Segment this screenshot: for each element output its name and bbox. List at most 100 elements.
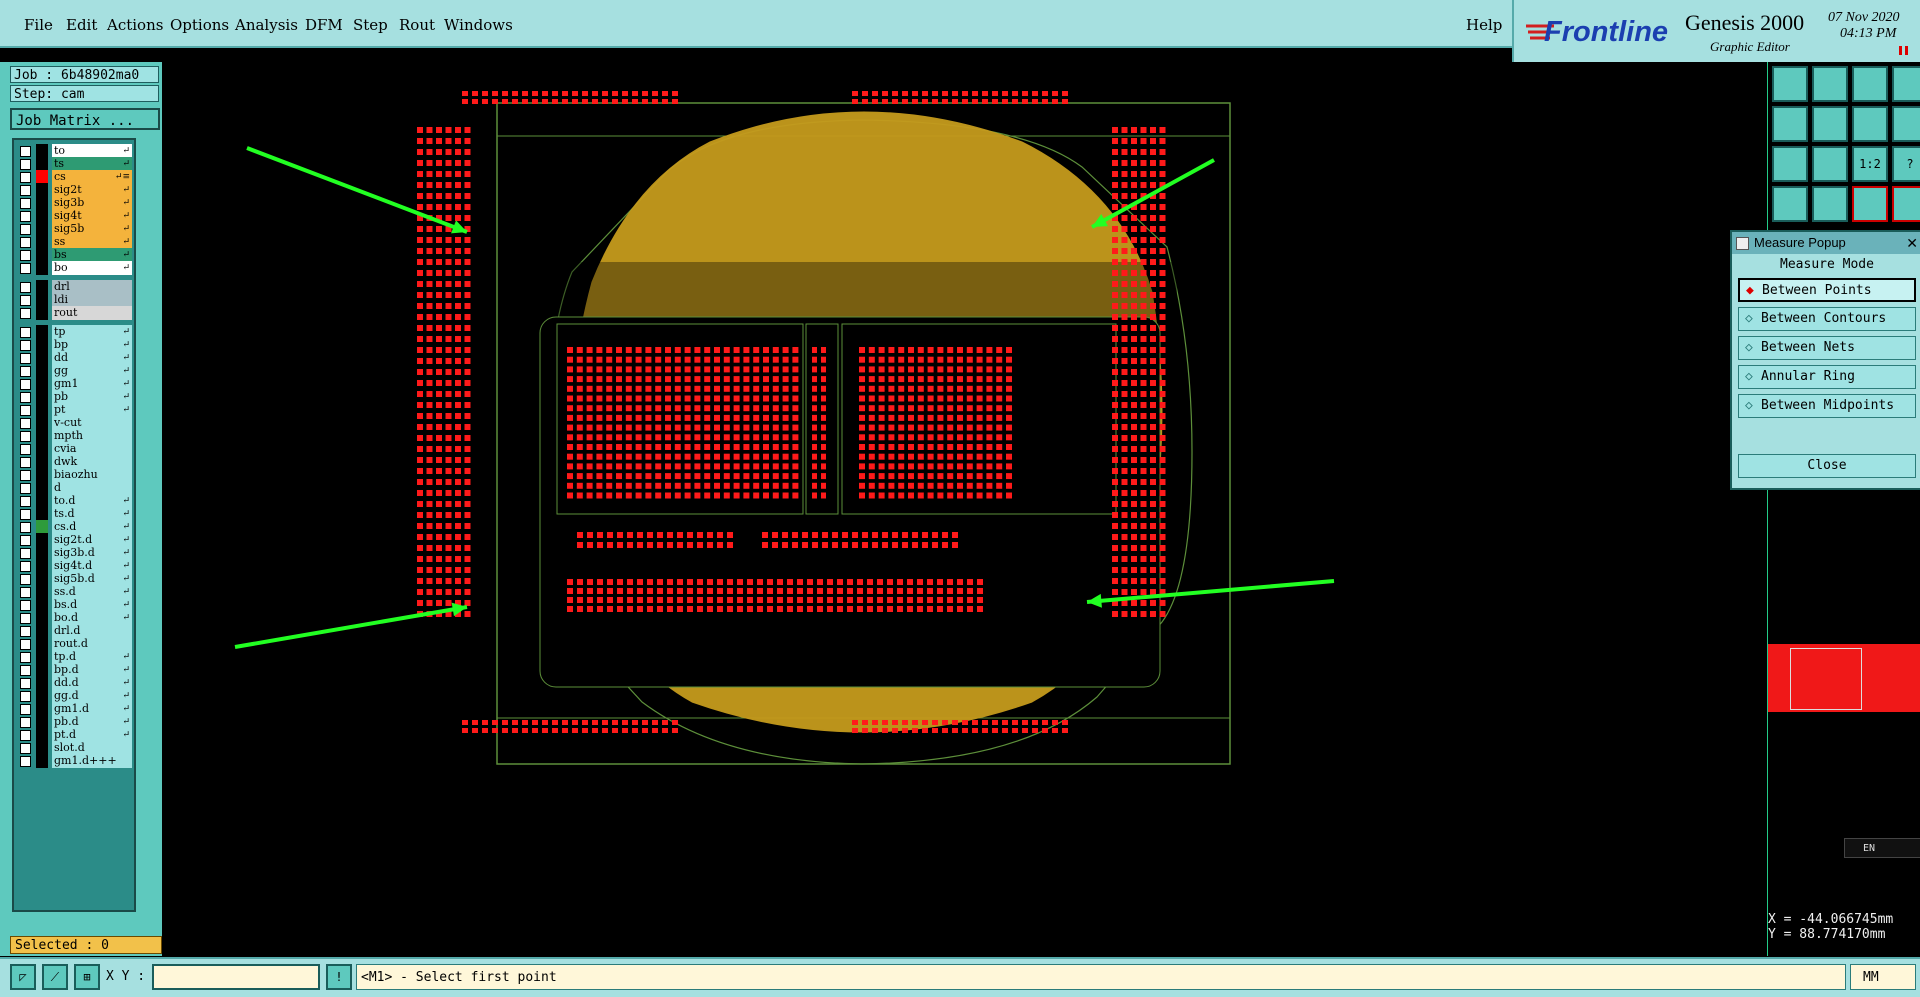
mode-between-midpoints[interactable]: ◇ Between Midpoints [1738,394,1916,418]
menu-help[interactable]: Help [1466,16,1502,34]
layer-row[interactable]: dwk [16,455,132,469]
layer-row[interactable]: to.d ↵ [16,494,132,508]
measure-icon[interactable] [1772,186,1808,222]
layer-checkbox[interactable] [20,159,31,170]
layer-name[interactable]: cs.d ↵ [52,520,132,534]
layer-checkbox[interactable] [20,211,31,222]
layer-checkbox[interactable] [20,652,31,663]
layer-row[interactable]: pt ↵ [16,403,132,417]
home-icon[interactable] [1772,66,1808,102]
menu-actions[interactable]: Actions [107,16,163,34]
layer-checkbox[interactable] [20,224,31,235]
help-icon[interactable]: ? [1892,146,1920,182]
layer-name[interactable]: dd.d ↵ [52,676,132,690]
layer-name[interactable]: cs ↵≡ [52,170,132,184]
layer-name[interactable]: slot.d [52,741,132,755]
pointer-icon[interactable]: ◸ [10,964,36,990]
zoom-area-icon[interactable] [1812,146,1848,182]
zoom-fit-icon[interactable] [1772,146,1808,182]
layer-checkbox[interactable] [20,561,31,572]
layer-name[interactable]: gm1 ↵ [52,377,132,391]
layer-name[interactable]: sig3b.d ↵ [52,546,132,560]
layer-checkbox[interactable] [20,340,31,351]
pan-icon[interactable] [1892,66,1920,102]
menu-analysis[interactable]: Analysis [235,16,298,34]
measure-close-button[interactable]: Close [1738,454,1916,478]
layer-row[interactable]: sig3b ↵ [16,196,132,210]
layer-name[interactable]: tp ↵ [52,325,132,339]
right-icon[interactable] [1812,106,1848,142]
layer-row[interactable]: sig5b ↵ [16,222,132,236]
layer-checkbox[interactable] [20,496,31,507]
layer-row[interactable]: rout.d [16,637,132,651]
layer-name[interactable]: sig4t ↵ [52,209,132,223]
layer-row[interactable]: gm1.d+++ [16,754,132,768]
layer-checkbox[interactable] [20,405,31,416]
layer-name[interactable]: gg ↵ [52,364,132,378]
layer-name[interactable]: v-cut [52,416,132,430]
layer-row[interactable]: sig4t.d ↵ [16,559,132,573]
layer-row[interactable]: cvia [16,442,132,456]
layer-name[interactable]: rout [52,306,132,320]
layer-checkbox[interactable] [20,613,31,624]
snap-icon[interactable] [1812,186,1848,222]
zoom-home-icon[interactable] [1852,66,1888,102]
graphic-canvas[interactable] [162,62,1767,956]
zoom-in-icon[interactable] [1812,66,1848,102]
info-icon[interactable]: ! [326,964,352,990]
fit-icon[interactable] [1892,106,1920,142]
layer-name[interactable]: bs ↵ [52,248,132,262]
layer-name[interactable]: ldi [52,293,132,307]
layer-checkbox[interactable] [20,587,31,598]
layer-checkbox[interactable] [20,444,31,455]
layer-row[interactable]: pb ↵ [16,390,132,404]
menu-options[interactable]: Options [170,16,229,34]
layer-row[interactable]: bp ↵ [16,338,132,352]
layer-checkbox[interactable] [20,574,31,585]
menu-file[interactable]: File [24,16,53,34]
layer-checkbox[interactable] [20,717,31,728]
layer-checkbox[interactable] [20,431,31,442]
layer-row[interactable]: bo ↵ [16,261,132,275]
layer-checkbox[interactable] [20,665,31,676]
xy-input[interactable] [152,964,320,990]
layer-row[interactable]: tp ↵ [16,325,132,339]
layer-row[interactable]: cs ↵≡ [16,170,132,184]
layer-checkbox[interactable] [20,535,31,546]
layer-checkbox[interactable] [20,198,31,209]
layer-checkbox[interactable] [20,185,31,196]
layer-name[interactable]: sig2t ↵ [52,183,132,197]
layer-name[interactable]: gm1.d ↵ [52,702,132,716]
menu-dfm[interactable]: DFM [305,16,343,34]
layer-checkbox[interactable] [20,250,31,261]
layer-name[interactable]: pb.d ↵ [52,715,132,729]
redraw-icon[interactable] [1852,106,1888,142]
layer-name[interactable]: gm1.d+++ [52,754,132,768]
ruler-icon[interactable]: ⟋ [42,964,68,990]
layer-name[interactable]: mpth [52,429,132,443]
layer-row[interactable]: gg ↵ [16,364,132,378]
layer-name[interactable]: biaozhu [52,468,132,482]
layer-row[interactable]: biaozhu [16,468,132,482]
layer-row[interactable]: gm1.d ↵ [16,702,132,716]
layer-row[interactable]: cs.d ↵ [16,520,132,534]
layer-name[interactable]: sig3b ↵ [52,196,132,210]
mode-annular-ring[interactable]: ◇ Annular Ring [1738,365,1916,389]
layer-row[interactable]: tp.d ↵ [16,650,132,664]
layer-row[interactable]: gm1 ↵ [16,377,132,391]
layer-checkbox[interactable] [20,263,31,274]
layer-name[interactable]: pb ↵ [52,390,132,404]
mode-between-points[interactable]: ◆ Between Points [1738,278,1916,302]
layer-row[interactable]: bo.d ↵ [16,611,132,625]
layer-checkbox[interactable] [20,626,31,637]
layer-checkbox[interactable] [20,282,31,293]
scale-button[interactable]: 1:2 [1852,146,1888,182]
layer-name[interactable]: drl [52,280,132,294]
layer-name[interactable]: bo ↵ [52,261,132,275]
layer-name[interactable]: ts.d ↵ [52,507,132,521]
layer-row[interactable]: mpth [16,429,132,443]
layer-row[interactable]: ts.d ↵ [16,507,132,521]
layer-checkbox[interactable] [20,470,31,481]
grid-icon[interactable]: ⊞ [74,964,100,990]
layer-name[interactable]: dd ↵ [52,351,132,365]
